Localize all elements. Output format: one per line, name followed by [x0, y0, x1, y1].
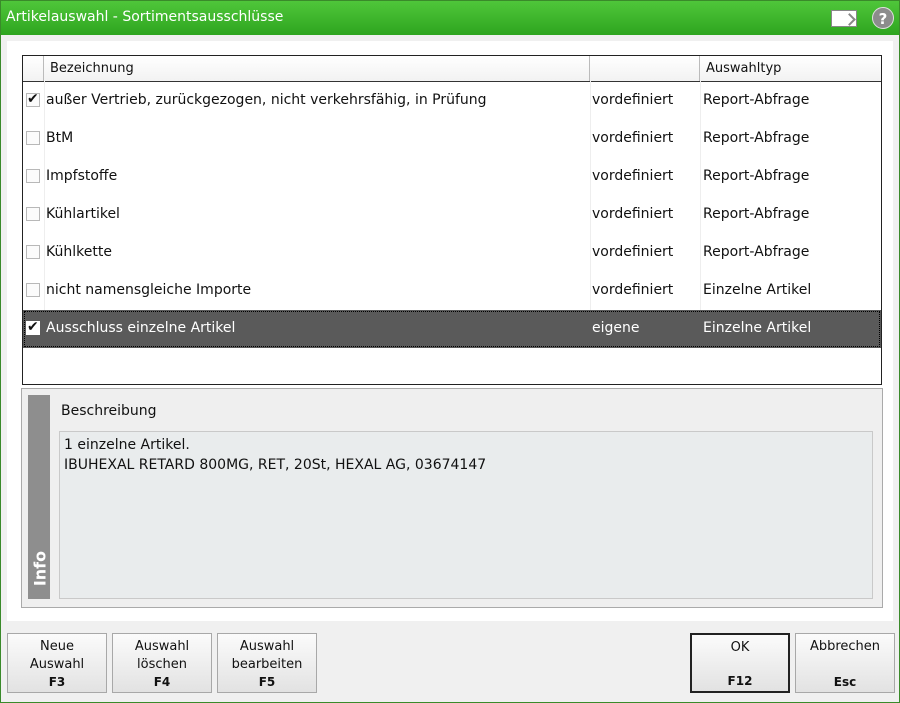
row-bezeichnung: nicht namensgleiche Importe [46, 282, 252, 298]
row-quelle: eigene [592, 320, 640, 336]
row-quelle: vordefiniert [592, 244, 674, 260]
row-bezeichnung: Ausschluss einzelne Artikel [46, 320, 236, 336]
help-icon[interactable]: ? [872, 7, 894, 29]
row-quelle: vordefiniert [592, 130, 674, 146]
row-quelle: vordefiniert [592, 206, 674, 222]
neue-auswahl-button[interactable]: Neue Auswahl F3 [7, 633, 107, 693]
row-bezeichnung: Impfstoffe [46, 168, 118, 184]
row-checkbox[interactable] [26, 131, 40, 145]
note-icon[interactable] [831, 10, 857, 27]
description-line: 1 einzelne Artikel. [64, 437, 190, 453]
row-auswahltyp: Report-Abfrage [703, 206, 810, 222]
table-row[interactable]: nicht namensgleiche Importe vordefiniert… [23, 272, 881, 310]
table-header: Bezeichnung Auswahltyp [23, 56, 881, 82]
row-bezeichnung: Kühlartikel [46, 206, 120, 222]
abbrechen-button[interactable]: Abbrechen Esc [795, 633, 895, 693]
row-auswahltyp: Report-Abfrage [703, 244, 810, 260]
row-checkbox[interactable] [26, 319, 40, 335]
info-panel: Info Beschreibung 1 einzelne Artikel. IB… [21, 388, 883, 608]
info-tab[interactable]: Info [28, 395, 50, 599]
row-checkbox[interactable] [26, 207, 40, 221]
row-checkbox[interactable] [26, 169, 40, 183]
description-line: IBUHEXAL RETARD 800MG, RET, 20St, HEXAL … [64, 457, 487, 473]
button-key: F3 [48, 675, 66, 689]
button-label: Auswahl bearbeiten [231, 639, 303, 672]
description-label: Beschreibung [61, 403, 157, 419]
row-checkbox[interactable] [26, 91, 40, 107]
row-quelle: vordefiniert [592, 92, 674, 108]
row-bezeichnung: Kühlkette [46, 244, 112, 260]
info-tab-label: Info [30, 550, 50, 587]
button-key: F5 [258, 675, 276, 689]
row-bezeichnung: BtM [46, 130, 74, 146]
table-row[interactable]: Kühlartikel vordefiniert Report-Abfrage [23, 196, 881, 234]
content-area: Bezeichnung Auswahltyp außer Vertrieb, z… [7, 41, 893, 621]
button-label: Abbrechen [809, 639, 881, 654]
table-row[interactable]: BtM vordefiniert Report-Abfrage [23, 120, 881, 158]
button-label: Auswahl löschen [134, 639, 190, 672]
button-label: Neue Auswahl [29, 639, 85, 672]
button-bar: Neue Auswahl F3 Auswahl löschen F4 Auswahl… [1, 625, 899, 702]
row-bezeichnung: außer Vertrieb, zurückgezogen, nicht ver… [46, 92, 487, 108]
row-auswahltyp: Report-Abfrage [703, 92, 810, 108]
table-row[interactable]: außer Vertrieb, zurückgezogen, nicht ver… [23, 82, 881, 120]
row-auswahltyp: Einzelne Artikel [703, 282, 812, 298]
header-bezeichnung[interactable]: Bezeichnung [44, 56, 590, 81]
header-check[interactable] [23, 56, 44, 81]
button-key: Esc [833, 675, 857, 689]
header-quelle[interactable] [590, 56, 700, 81]
ok-button[interactable]: OK F12 [690, 633, 790, 693]
button-key: F12 [727, 674, 753, 688]
row-checkbox[interactable] [26, 283, 40, 297]
auswahl-loeschen-button[interactable]: Auswahl löschen F4 [112, 633, 212, 693]
selection-table: Bezeichnung Auswahltyp außer Vertrieb, z… [22, 55, 882, 385]
title-bar: Artikelauswahl - Sortimentsausschlüsse ? [1, 1, 899, 35]
row-checkbox[interactable] [26, 245, 40, 259]
row-quelle: vordefiniert [592, 168, 674, 184]
auswahl-bearbeiten-button[interactable]: Auswahl bearbeiten F5 [217, 633, 317, 693]
description-box: 1 einzelne Artikel. IBUHEXAL RETARD 800M… [59, 431, 873, 599]
button-label: OK [730, 640, 750, 655]
row-auswahltyp: Report-Abfrage [703, 130, 810, 146]
row-auswahltyp: Report-Abfrage [703, 168, 810, 184]
dialog-window: Artikelauswahl - Sortimentsausschlüsse ?… [0, 0, 900, 703]
table-row[interactable]: Ausschluss einzelne Artikel eigene Einze… [23, 310, 881, 348]
table-row[interactable]: Impfstoffe vordefiniert Report-Abfrage [23, 158, 881, 196]
row-quelle: vordefiniert [592, 282, 674, 298]
table-row[interactable]: Kühlkette vordefiniert Report-Abfrage [23, 234, 881, 272]
header-auswahltyp[interactable]: Auswahltyp [700, 56, 881, 81]
button-key: F4 [153, 675, 171, 689]
row-auswahltyp: Einzelne Artikel [703, 320, 812, 336]
window-title: Artikelauswahl - Sortimentsausschlüsse [6, 9, 284, 25]
